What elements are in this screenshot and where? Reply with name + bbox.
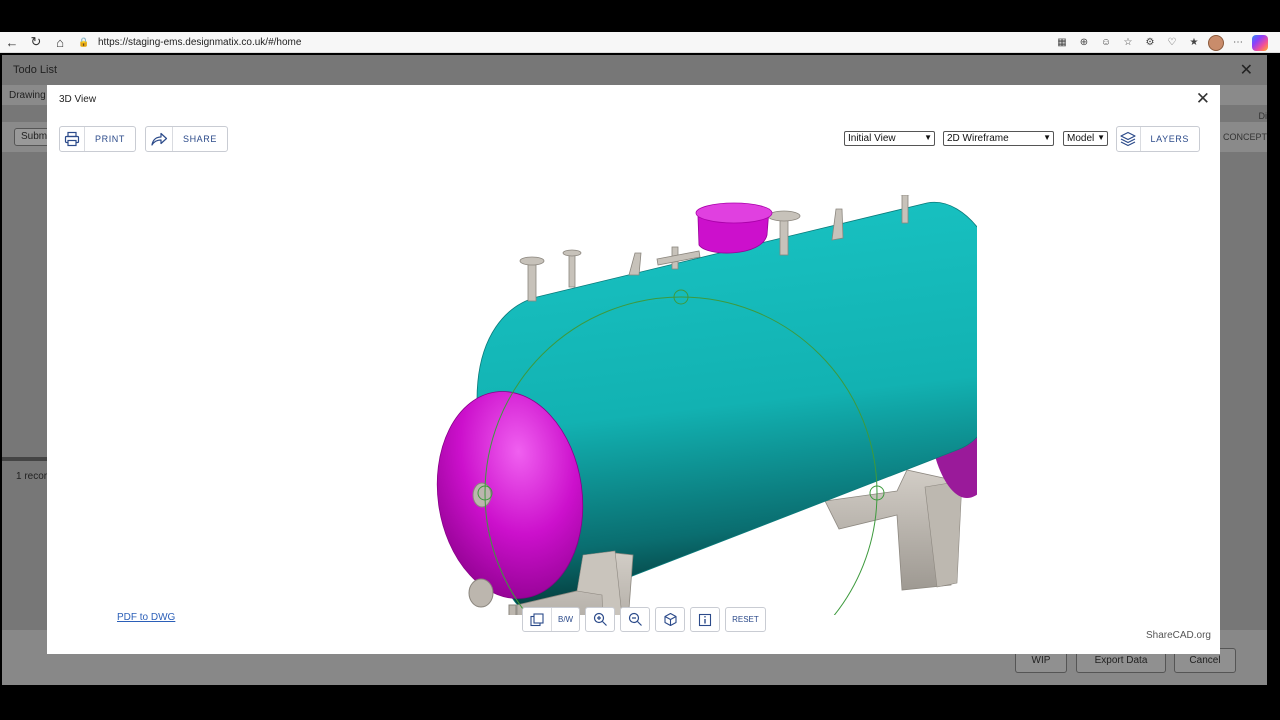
bw-label: B/W (551, 608, 579, 631)
reset-label: RESET (732, 615, 759, 624)
info-button[interactable] (690, 607, 721, 632)
share-icon (146, 127, 173, 151)
back-icon[interactable]: ← (0, 32, 24, 53)
apps-icon[interactable]: ▦ (1054, 35, 1070, 51)
url-text: https://staging-ems.designmatix.co.uk/#/… (98, 37, 302, 48)
more-icon[interactable]: ⋯ (1230, 35, 1246, 51)
sharecad-watermark[interactable]: ShareCAD.org (1146, 630, 1211, 641)
chevron-down-icon: ▼ (1043, 133, 1051, 142)
zoom-in-icon (586, 608, 614, 631)
home-icon[interactable]: ⌂ (48, 32, 72, 53)
tab-drawing[interactable]: Drawing (9, 90, 46, 101)
share-button[interactable]: SHARE (145, 126, 228, 152)
app-close-icon[interactable]: ✕ (1240, 60, 1253, 80)
app-title: Todo List (13, 64, 58, 76)
right-header: Di (1258, 111, 1268, 121)
reader-icon[interactable]: ☺ (1098, 35, 1114, 51)
favorite-icon[interactable]: ☆ (1120, 35, 1136, 51)
share-label: SHARE (182, 134, 217, 144)
performance-icon[interactable]: ♡ (1164, 35, 1180, 51)
zoom-out-icon (621, 608, 649, 631)
modal-title: 3D View (59, 94, 97, 105)
zoom-in-button[interactable] (585, 607, 616, 632)
view-select[interactable]: Initial View ▼ (844, 131, 935, 146)
3d-view-modal: 3D View ✕ PRINT SHARE Initial View ▼ 2D … (47, 85, 1220, 697)
records-count: 1 recor (16, 471, 48, 482)
copilot-icon[interactable] (1252, 34, 1268, 51)
printer-icon (60, 127, 85, 151)
browser-actions: ▦ ⊕ ☺ ☆ ⚙ ♡ ★ ⋯ (1054, 32, 1268, 53)
view-select-value: Initial View (848, 133, 896, 144)
print-label: PRINT (95, 134, 125, 144)
chevron-down-icon: ▼ (1097, 133, 1105, 142)
zoom-icon[interactable]: ⊕ (1076, 35, 1092, 51)
profile-avatar[interactable] (1208, 34, 1224, 51)
layers-button[interactable]: LAYERS (1116, 126, 1200, 152)
refresh-icon[interactable]: ↻ (24, 32, 48, 53)
concept-column: CONCEPT (1222, 132, 1267, 142)
info-icon (691, 608, 719, 631)
3d-cube-button[interactable] (655, 607, 686, 632)
reset-button[interactable]: RESET (725, 607, 766, 632)
browser-toolbar: ← ↻ ⌂ 🔒 https://staging-ems.designmatix.… (0, 32, 1280, 53)
visual-style-select[interactable]: 2D Wireframe ▼ (943, 131, 1054, 146)
close-icon[interactable]: ✕ (1196, 89, 1210, 109)
layers-icon (1117, 127, 1141, 151)
bw-toggle-button[interactable]: B/W (522, 607, 581, 632)
zoom-out-button[interactable] (620, 607, 651, 632)
cube-icon (656, 608, 684, 631)
lock-icon: 🔒 (78, 37, 90, 47)
pdf-to-dwg-link[interactable]: PDF to DWG (117, 612, 175, 623)
screen: ← ↻ ⌂ 🔒 https://staging-ems.designmatix.… (0, 0, 1280, 720)
scroll-divider (2, 457, 52, 461)
space-select[interactable]: Model ▼ (1063, 131, 1108, 146)
visual-style-value: 2D Wireframe (947, 133, 1009, 144)
space-select-value: Model (1067, 133, 1095, 144)
chevron-down-icon: ▼ (924, 133, 932, 142)
layers-label: LAYERS (1150, 134, 1189, 144)
address-bar[interactable]: 🔒 https://staging-ems.designmatix.co.uk/… (78, 34, 1018, 51)
3d-viewport[interactable] (377, 188, 1010, 697)
extensions-icon[interactable]: ⚙ (1142, 35, 1158, 51)
copy-frame-icon (523, 608, 551, 631)
viewer-bottom-toolbar: B/W RESET (522, 607, 766, 632)
print-button[interactable]: PRINT (59, 126, 136, 152)
collections-icon[interactable]: ★ (1186, 35, 1202, 51)
